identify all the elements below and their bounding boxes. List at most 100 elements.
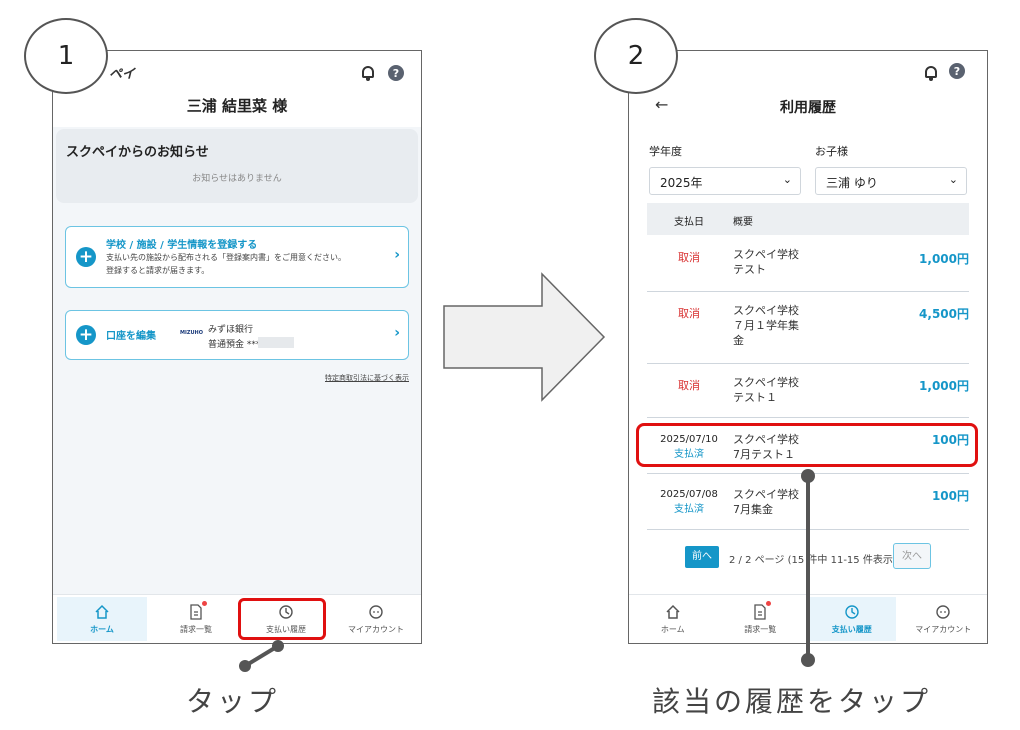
summary-line: テスト	[733, 263, 766, 276]
year-label: 学年度	[649, 145, 682, 158]
face-icon	[936, 604, 950, 619]
child-label: お子様	[815, 145, 848, 158]
status-cancelled: 取消	[678, 307, 700, 320]
step-2-badge: 2	[594, 18, 678, 94]
status-cancelled: 取消	[678, 379, 700, 392]
nav-label: マイアカウント	[348, 624, 404, 634]
summary-line: スクペイ学校	[733, 304, 799, 317]
document-icon	[754, 603, 766, 620]
table-row[interactable]: 取消 スクペイ学校 ７月１学年集 金 4,500円	[647, 293, 969, 364]
column-header-summary: 概要	[733, 217, 753, 228]
register-desc-2: 登録すると請求が届きます。	[106, 266, 210, 275]
summary-line: テスト１	[733, 391, 777, 404]
step-1-badge: 1	[24, 18, 108, 94]
summary-line: スクペイ学校	[733, 376, 799, 389]
step-number: 2	[627, 41, 645, 71]
pointer-line	[801, 469, 815, 667]
account-type: 普通預金 ***	[208, 340, 261, 350]
bell-icon[interactable]	[925, 66, 937, 81]
top-bar: ペイ ?	[53, 51, 421, 91]
caption-left: タップ	[186, 685, 280, 718]
plus-icon: +	[76, 325, 96, 345]
summary: スクペイ学校 ７月１学年集 金	[733, 303, 799, 348]
summary-line: ７月１学年集	[733, 319, 799, 332]
bank-name: みずほ銀行	[208, 325, 254, 335]
user-name: 三浦 結里菜 様	[53, 91, 421, 127]
chevron-right-icon: ›	[394, 247, 400, 263]
notice-title: スクペイからのお知らせ	[66, 145, 209, 160]
child-select[interactable]: 三浦 ゆり ⌄	[815, 167, 967, 195]
help-icon[interactable]: ?	[388, 65, 404, 81]
date-cell: 2025/07/08 支払済	[653, 487, 725, 517]
nav-payment-history[interactable]: 支払い履歴	[808, 597, 896, 641]
amount: 1,000円	[919, 252, 969, 266]
caption-right: 該当の履歴をタップ	[652, 685, 932, 718]
account-edit-title: 口座を編集	[106, 331, 156, 342]
clock-icon	[845, 604, 859, 619]
chevron-down-icon: ⌄	[782, 173, 792, 186]
face-icon	[369, 604, 383, 619]
child-select-value: 三浦 ゆり	[826, 176, 878, 190]
column-header-date: 支払日	[674, 217, 704, 228]
bell-icon[interactable]	[362, 66, 374, 81]
notification-dot	[766, 601, 772, 606]
year-select[interactable]: 2025年 ⌄	[649, 167, 801, 195]
masked-account-number	[258, 337, 294, 348]
summary: スクペイ学校 テスト	[733, 247, 799, 277]
nav-label: ホーム	[90, 624, 114, 634]
nav-home[interactable]: ホーム	[629, 595, 717, 643]
register-desc-1: 支払い先の施設から配布される「登録案内書」をご用意ください。	[106, 253, 346, 262]
document-icon	[190, 603, 202, 620]
summary: スクペイ学校 テスト１	[733, 375, 799, 405]
year-select-value: 2025年	[660, 176, 703, 190]
nav-invoices[interactable]: 請求一覧	[717, 595, 805, 643]
register-title: 学校 / 施設 / 学生情報を登録する	[106, 240, 258, 251]
chevron-down-icon: ⌄	[948, 173, 958, 186]
nav-label: 請求一覧	[744, 624, 777, 634]
summary-line: 7月集金	[733, 503, 773, 516]
app-logo: ペイ	[109, 67, 136, 82]
register-card[interactable]: + 学校 / 施設 / 学生情報を登録する 支払い先の施設から配布される「登録案…	[65, 226, 409, 288]
page-title: 利用履歴	[780, 100, 836, 116]
notice-panel: スクペイからのお知らせ お知らせはありません	[56, 129, 418, 203]
payment-date: 2025/07/08	[660, 489, 718, 500]
nav-label: 請求一覧	[180, 624, 212, 634]
summary-line: スクペイ学校	[733, 248, 799, 261]
bank-logo: MIZUHO	[180, 330, 203, 336]
help-icon[interactable]: ?	[949, 63, 965, 79]
arrow-right-icon	[443, 272, 606, 402]
summary-line: スクペイ学校	[733, 488, 799, 501]
amount: 4,500円	[919, 307, 969, 321]
nav-label: ホーム	[660, 624, 685, 634]
tap-highlight-history-tab	[238, 598, 326, 640]
pointer-line	[239, 640, 284, 672]
nav-home[interactable]: ホーム	[57, 597, 147, 641]
summary: スクペイ学校 7月集金	[733, 487, 799, 517]
nav-invoices[interactable]: 請求一覧	[151, 595, 241, 643]
step-number: 1	[57, 41, 75, 71]
nav-my-account[interactable]: マイアカウント	[331, 595, 421, 643]
legal-link[interactable]: 特定商取引法に基づく表示	[325, 373, 409, 383]
nav-label: 支払い履歴	[831, 624, 872, 634]
chevron-right-icon: ›	[394, 325, 400, 341]
screen-home: ペイ ? 三浦 結里菜 様 スクペイからのお知らせ お知らせはありません + 学…	[52, 50, 422, 644]
summary-line: 金	[733, 334, 744, 347]
plus-icon: +	[76, 247, 96, 267]
status-paid: 支払済	[674, 504, 704, 515]
table-row[interactable]: 取消 スクペイ学校 テスト 1,000円	[647, 237, 969, 292]
nav-label: マイアカウント	[915, 624, 972, 634]
next-page-button[interactable]: 次へ	[893, 543, 931, 569]
tap-highlight-history-row	[636, 423, 978, 467]
table-row[interactable]: 取消 スクペイ学校 テスト１ 1,000円	[647, 365, 969, 418]
account-card[interactable]: + 口座を編集 MIZUHO みずほ銀行 普通預金 *** ›	[65, 310, 409, 360]
notice-empty-text: お知らせはありません	[192, 174, 282, 184]
home-icon	[95, 604, 109, 619]
table-header: 支払日 概要	[647, 203, 969, 235]
amount: 1,000円	[919, 379, 969, 393]
notification-dot	[202, 601, 207, 606]
status-cancelled: 取消	[678, 251, 700, 264]
home-icon	[666, 604, 680, 619]
amount: 100円	[931, 489, 969, 503]
prev-page-button[interactable]: 前へ	[685, 546, 719, 568]
nav-my-account[interactable]: マイアカウント	[900, 595, 988, 643]
